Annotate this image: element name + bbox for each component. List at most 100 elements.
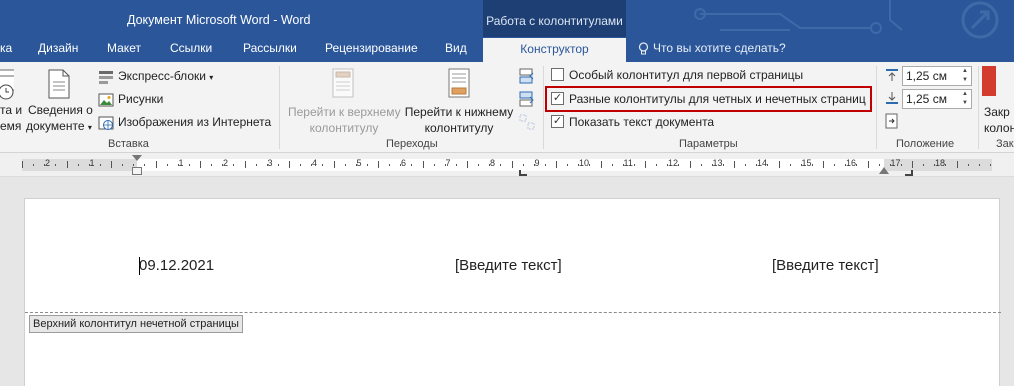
ruler-tick [745,164,747,166]
group-label-navigation: Переходы [386,138,438,150]
online-pictures-button[interactable]: Изображения из Интернета [98,112,271,132]
group-label-options: Параметры [679,138,738,150]
ruler-tick [567,164,569,166]
ruler-tick [300,164,302,166]
tab-review[interactable]: Рецензирование [325,37,418,62]
spinner-arrows[interactable]: ▲ ▼ [959,67,971,85]
tab-view[interactable]: Вид [445,37,467,62]
group-separator [978,66,979,149]
ruler-tick [455,164,457,166]
ruler-tick [444,164,446,166]
ruler-tick [177,164,179,166]
ruler-tick [33,164,35,166]
footer-position-icon [886,92,898,104]
link-to-previous-button[interactable] [519,114,535,130]
ruler-tick [333,161,335,168]
ruler-tick [778,161,780,168]
indent-marker[interactable] [132,167,142,175]
ruler-tick [88,164,90,166]
link-to-previous-icon [519,114,535,130]
goto-footer-label-2: колонтитулу [424,121,494,135]
ruler-tick [344,164,346,166]
ruler-tick [489,164,491,166]
ruler-tick [355,164,357,166]
pictures-button[interactable]: Рисунки [98,89,163,109]
ruler-tick [122,164,124,166]
ruler-tick [789,164,791,166]
online-pictures-label: Изображения из Интернета [118,115,272,129]
goto-footer-button[interactable]: Перейти к нижнему колонтитулу [402,66,516,135]
ruler-tick [533,164,535,166]
goto-header-button[interactable]: Перейти к верхнему колонтитулу [284,66,402,135]
ruler-tick [867,161,869,168]
header-left-text[interactable]: 09.12.2021 [139,257,214,274]
ruler-tick [667,164,669,166]
date-time-button[interactable]: та и емя [0,68,22,136]
ruler-tick [989,164,991,166]
ruler-number: 14 [757,158,768,168]
ruler-tick [544,164,546,166]
ruler-tick [967,164,969,166]
ruler-tick [511,161,513,168]
tab-design[interactable]: Дизайн [38,37,78,62]
document-info-label-1: Сведения о [28,103,93,117]
tab-layout[interactable]: Макет [107,37,141,62]
ruler-left-margin [22,159,137,171]
ruler-tick [845,164,847,166]
ruler-tick [467,161,468,168]
right-indent-marker[interactable] [879,167,889,174]
indent-marker[interactable] [132,155,142,161]
insert-alignment-tab-button[interactable] [884,113,900,129]
ruler-tick [945,164,947,166]
document-page[interactable]: 09.12.2021 [Введите текст] [Введите текс… [24,198,1001,386]
document-info-button[interactable]: Сведения о документе ▾ [26,68,93,136]
ruler-tick [656,164,658,166]
header-right-placeholder[interactable]: [Введите текст] [772,257,879,274]
ruler-number: 5 [356,158,362,168]
footer-from-bottom-spinner[interactable]: 1,25 см ▲ ▼ [902,89,972,109]
goto-header-icon [332,68,354,98]
previous-section-button[interactable] [519,68,535,84]
tab-insert[interactable]: ка [0,37,12,62]
show-document-text-label: Показать текст документа [569,115,715,129]
ruler-tick [678,164,680,166]
close-header-footer-button[interactable]: Закр колон [982,66,1014,134]
window-title: Документ Microsoft Word - Word [127,13,311,27]
tab-constructor[interactable]: Конструктор [483,38,626,63]
ruler-tick [433,164,435,166]
right-tab-marker[interactable] [905,170,913,176]
show-document-text-checkbox[interactable]: ✓ Показать текст документа [551,112,714,132]
ruler-tick [578,164,580,166]
ruler-tick [600,161,602,168]
ruler-number: 11 [623,158,633,168]
ruler-tick [767,164,769,166]
express-blocks-button[interactable]: Экспресс-блоки ▾ [98,66,213,86]
ruler-number: 1 [89,158,95,168]
header-center-placeholder[interactable]: [Введите текст] [455,257,562,274]
ruler-tick [889,164,891,166]
ruler-tick [689,161,691,168]
header-from-top-spinner[interactable]: 1,25 см ▲ ▼ [902,66,972,86]
calendar-clock-icon [0,69,14,100]
ruler-number: 15 [801,158,812,168]
ruler-tick [144,164,146,166]
ruler-tick [289,161,290,168]
tab-references[interactable]: Ссылки [170,37,212,62]
ruler-tick [389,164,391,166]
first-page-different-checkbox[interactable]: Особый колонтитул для первой страницы [551,65,803,85]
ruler-tick [934,164,936,166]
spinner-arrows[interactable]: ▲ ▼ [959,90,971,108]
document-info-icon [48,69,70,99]
ruler-tick [66,161,68,168]
horizontal-ruler[interactable]: 2 1 1 2 3 4 5 6 7 8 9 10 11 12 13 14 15 16 17 18 [0,153,1014,177]
next-section-button[interactable] [519,91,535,107]
ruler-number: 4 [312,158,318,168]
ruler-number: 1 [178,158,184,168]
header-from-top-value: 1,25 см [906,69,947,83]
ruler-tick [155,161,157,168]
tab-mailings[interactable]: Рассылки [243,37,297,62]
ruler-tick [44,164,46,166]
group-label-insert: Вставка [108,138,149,150]
center-tab-marker[interactable] [519,170,527,176]
ruler-tick [55,164,57,166]
